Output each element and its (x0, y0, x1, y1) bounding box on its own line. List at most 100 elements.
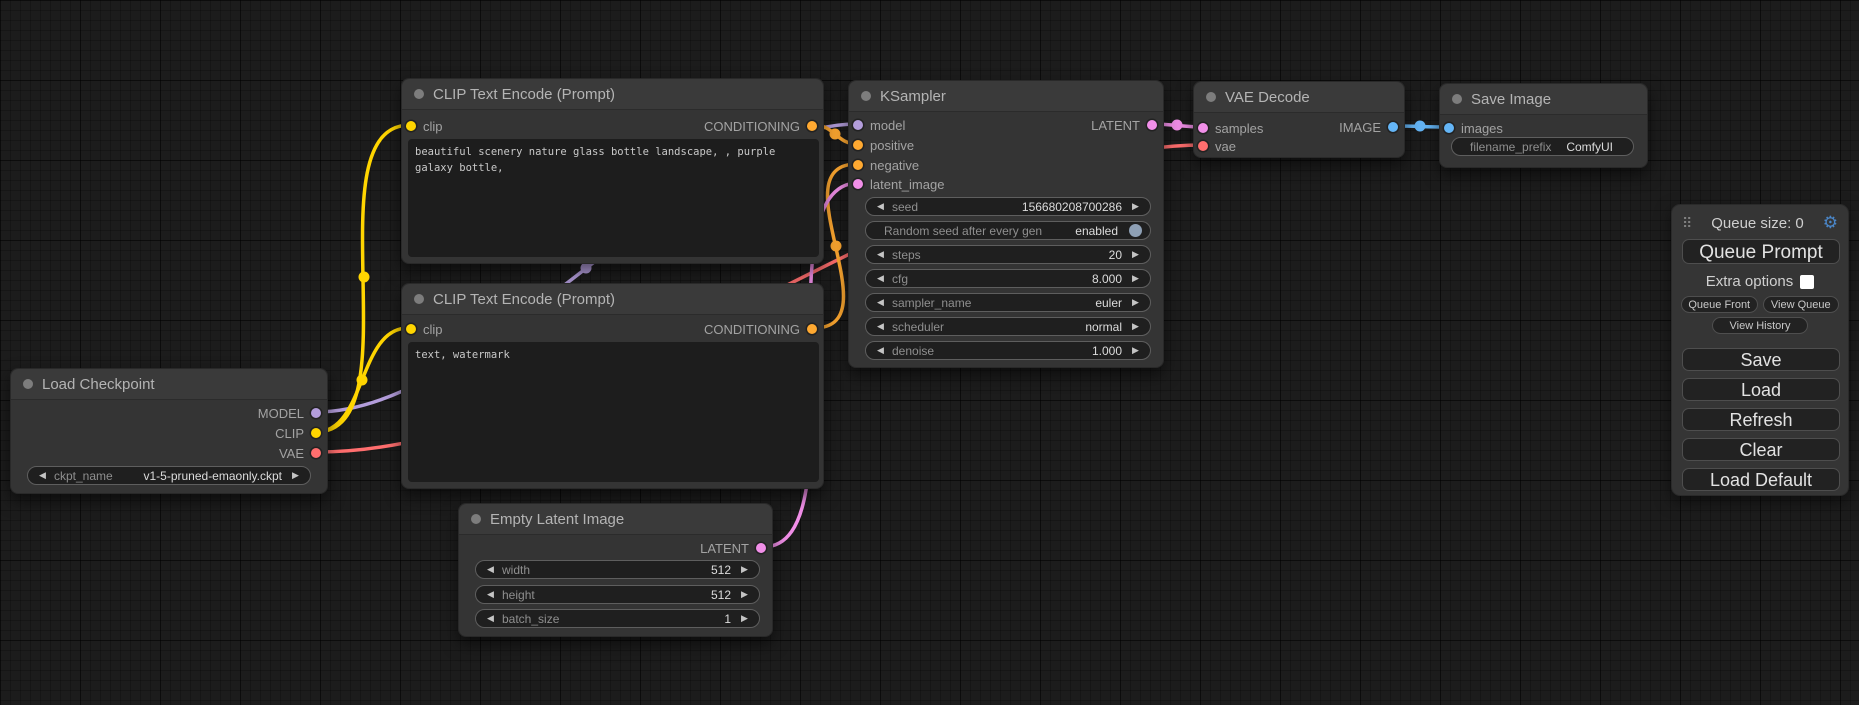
negative-prompt-textarea[interactable]: text, watermark (408, 342, 819, 482)
ksampler-node[interactable]: KSampler model positive negative latent_… (848, 80, 1164, 368)
collapse-dot-icon[interactable] (1206, 92, 1216, 102)
increment-arrow-icon[interactable]: ▶ (737, 613, 752, 624)
save-button[interactable]: Save (1682, 348, 1840, 371)
seed-widget[interactable]: ◀ seed 156680208700286 ▶ (865, 197, 1151, 216)
negative-input-port[interactable] (853, 160, 863, 170)
samples-input-port[interactable] (1198, 123, 1208, 133)
collapse-dot-icon[interactable] (471, 514, 481, 524)
node-canvas[interactable]: Load Checkpoint MODEL CLIP VAE ◀ ckpt_na… (0, 0, 1859, 705)
clip-input-port[interactable] (406, 121, 416, 131)
increment-arrow-icon[interactable]: ▶ (737, 564, 752, 575)
batch-size-widget[interactable]: ◀ batch_size 1 ▶ (475, 609, 760, 628)
increment-arrow-icon[interactable]: ▶ (1128, 273, 1143, 284)
latent-output-port[interactable] (1147, 120, 1157, 130)
decrement-arrow-icon[interactable]: ◀ (483, 613, 498, 624)
node-header[interactable]: KSampler (849, 81, 1163, 112)
load-default-button[interactable]: Load Default (1682, 468, 1840, 491)
increment-arrow-icon[interactable]: ▶ (1128, 249, 1143, 260)
steps-widget[interactable]: ◀ steps 20 ▶ (865, 245, 1151, 264)
widget-value: ComfyUI (1559, 140, 1613, 154)
scheduler-widget[interactable]: ◀ scheduler normal ▶ (865, 317, 1151, 336)
node-header[interactable]: Load Checkpoint (11, 369, 327, 400)
vae-decode-node[interactable]: VAE Decode samples vae IMAGE (1193, 81, 1405, 158)
collapse-dot-icon[interactable] (414, 294, 424, 304)
collapse-dot-icon[interactable] (23, 379, 33, 389)
positive-prompt-textarea[interactable]: beautiful scenery nature glass bottle la… (408, 139, 819, 257)
load-checkpoint-node[interactable]: Load Checkpoint MODEL CLIP VAE ◀ ckpt_na… (10, 368, 328, 494)
decrement-arrow-icon[interactable]: ◀ (35, 470, 50, 481)
collapse-dot-icon[interactable] (414, 89, 424, 99)
collapse-dot-icon[interactable] (1452, 94, 1462, 104)
height-widget[interactable]: ◀ height 512 ▶ (475, 585, 760, 604)
model-output-port[interactable] (311, 408, 321, 418)
save-image-node[interactable]: Save Image images filename_prefix ComfyU… (1439, 83, 1648, 168)
ckpt-name-widget[interactable]: ◀ ckpt_name v1-5-pruned-emaonly.ckpt ▶ (27, 466, 311, 485)
refresh-button[interactable]: Refresh (1682, 408, 1840, 431)
queue-front-button[interactable]: Queue Front (1681, 296, 1758, 313)
node-header[interactable]: Empty Latent Image (459, 504, 772, 535)
decrement-arrow-icon[interactable]: ◀ (873, 321, 888, 332)
queue-prompt-button[interactable]: Queue Prompt (1682, 239, 1840, 264)
sampler-name-widget[interactable]: ◀ sampler_name euler ▶ (865, 293, 1151, 312)
node-header[interactable]: CLIP Text Encode (Prompt) (402, 79, 823, 110)
input-latent-image: latent_image (853, 174, 944, 194)
decrement-arrow-icon[interactable]: ◀ (483, 589, 498, 600)
vae-input-port[interactable] (1198, 141, 1208, 151)
output-conditioning: CONDITIONING (704, 116, 817, 136)
denoise-widget[interactable]: ◀ denoise 1.000 ▶ (865, 341, 1151, 360)
random-seed-toggle-icon[interactable] (1129, 224, 1142, 237)
node-header[interactable]: VAE Decode (1194, 82, 1404, 113)
model-input-port[interactable] (853, 120, 863, 130)
width-widget[interactable]: ◀ width 512 ▶ (475, 560, 760, 579)
decrement-arrow-icon[interactable]: ◀ (873, 297, 888, 308)
clip-input-port[interactable] (406, 324, 416, 334)
decrement-arrow-icon[interactable]: ◀ (873, 273, 888, 284)
decrement-arrow-icon[interactable]: ◀ (873, 345, 888, 356)
input-label: latent_image (870, 177, 944, 192)
increment-arrow-icon[interactable]: ▶ (1128, 201, 1143, 212)
link-dot-conditioning-negative (831, 241, 842, 252)
view-queue-button[interactable]: View Queue (1763, 296, 1840, 313)
filename-prefix-widget[interactable]: filename_prefix ComfyUI (1451, 137, 1634, 156)
empty-latent-image-node[interactable]: Empty Latent Image LATENT ◀ width 512 ▶ … (458, 503, 773, 637)
positive-input-port[interactable] (853, 140, 863, 150)
increment-arrow-icon[interactable]: ▶ (737, 589, 752, 600)
clear-button[interactable]: Clear (1682, 438, 1840, 461)
images-input-port[interactable] (1444, 123, 1454, 133)
clip-text-encode-positive-node[interactable]: CLIP Text Encode (Prompt) clip CONDITION… (401, 78, 824, 264)
node-header[interactable]: Save Image (1440, 84, 1647, 115)
increment-arrow-icon[interactable]: ▶ (1128, 345, 1143, 356)
image-output-port[interactable] (1388, 122, 1398, 132)
increment-arrow-icon[interactable]: ▶ (1128, 321, 1143, 332)
widget-value: 512 (543, 588, 731, 602)
increment-arrow-icon[interactable]: ▶ (1128, 297, 1143, 308)
node-header[interactable]: CLIP Text Encode (Prompt) (402, 284, 823, 315)
clip-text-encode-negative-node[interactable]: CLIP Text Encode (Prompt) clip CONDITION… (401, 283, 824, 489)
output-label: CONDITIONING (704, 322, 800, 337)
output-label: CLIP (275, 426, 304, 441)
settings-gear-icon[interactable]: ⚙ (1823, 213, 1838, 233)
view-history-button[interactable]: View History (1712, 317, 1808, 334)
conditioning-output-port[interactable] (807, 324, 817, 334)
cfg-widget[interactable]: ◀ cfg 8.000 ▶ (865, 269, 1151, 288)
link-dot-model (581, 263, 592, 274)
random-seed-widget[interactable]: Random seed after every gen enabled (865, 221, 1151, 240)
increment-arrow-icon[interactable]: ▶ (288, 470, 303, 481)
conditioning-output-port[interactable] (807, 121, 817, 131)
output-label: CONDITIONING (704, 119, 800, 134)
collapse-dot-icon[interactable] (861, 91, 871, 101)
output-label: VAE (279, 446, 304, 461)
node-title: Load Checkpoint (42, 376, 155, 393)
clip-output-port[interactable] (311, 428, 321, 438)
decrement-arrow-icon[interactable]: ◀ (483, 564, 498, 575)
decrement-arrow-icon[interactable]: ◀ (873, 201, 888, 212)
drag-handle-icon[interactable]: ⠿ (1682, 215, 1692, 232)
widget-value: normal (952, 320, 1122, 334)
latent-output-port[interactable] (756, 543, 766, 553)
load-button[interactable]: Load (1682, 378, 1840, 401)
vae-output-port[interactable] (311, 448, 321, 458)
latent-image-input-port[interactable] (853, 179, 863, 189)
node-title: KSampler (880, 88, 946, 105)
decrement-arrow-icon[interactable]: ◀ (873, 249, 888, 260)
extra-options-checkbox[interactable] (1800, 275, 1814, 289)
